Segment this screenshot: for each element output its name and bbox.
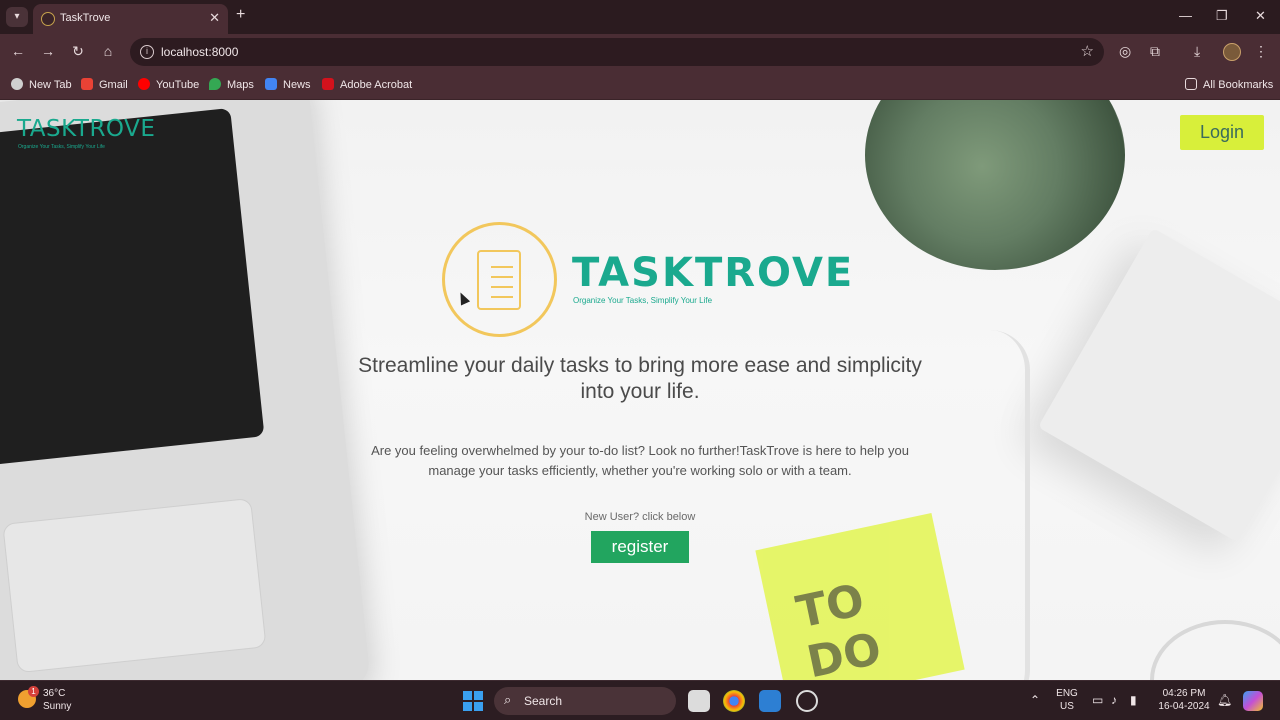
weather-condition[interactable]: Sunny (43, 701, 71, 712)
bookmark-youtube[interactable]: YouTube (138, 78, 199, 91)
intro-text: Are you feeling overwhelmed by your to-d… (371, 443, 909, 478)
volume-icon[interactable]: ♪ (1111, 693, 1117, 707)
site-logo-tagline: Organize Your Tasks, Simplify Your Life (18, 144, 105, 150)
weather-badge: 1 (28, 686, 39, 697)
earphone-cable-image (990, 330, 1030, 680)
chrome-icon[interactable] (723, 690, 745, 712)
white-box-image (1037, 227, 1280, 543)
region-indicator[interactable]: US (1056, 701, 1078, 712)
bookmark-adobe-acrobat[interactable]: Adobe Acrobat (322, 78, 412, 91)
favicon-icon (41, 12, 55, 26)
globe-icon (11, 78, 23, 90)
new-tab-icon[interactable]: + (236, 6, 245, 24)
download-icon[interactable]: ⤓ (1194, 43, 1200, 60)
folder-icon (1185, 78, 1197, 90)
menu-icon[interactable]: ⋮ (1254, 43, 1268, 60)
maximize-icon[interactable]: ❐ (1216, 8, 1228, 24)
minimize-icon[interactable]: — (1179, 8, 1192, 23)
acrobat-icon (322, 78, 334, 90)
bookmark-new-tab[interactable]: New Tab (11, 78, 72, 91)
maps-icon (209, 78, 221, 90)
browser-tab[interactable]: TaskTrove ✕ (33, 4, 228, 34)
app-icon[interactable] (796, 690, 818, 712)
plant-image (865, 100, 1125, 270)
site-info-icon[interactable]: i (140, 45, 154, 59)
vscode-icon[interactable] (759, 690, 781, 712)
youtube-icon (138, 78, 150, 90)
clock-date[interactable]: 16-04-2024 (1155, 701, 1213, 712)
bookmark-star-icon[interactable]: ☆ (1081, 42, 1094, 60)
address-bar[interactable]: i localhost:8000 ☆ (130, 38, 1104, 66)
url-text[interactable]: localhost:8000 (161, 45, 238, 59)
bookmark-maps[interactable]: Maps (209, 78, 254, 91)
task-view-icon[interactable] (688, 690, 710, 712)
sticky-note-image: TO DO (755, 513, 965, 680)
new-user-prompt: New User? click below (584, 511, 696, 523)
close-tab-icon[interactable]: ✕ (209, 10, 220, 26)
reload-icon[interactable]: ↻ (69, 43, 87, 60)
gmail-icon (81, 78, 93, 90)
bookmark-gmail[interactable]: Gmail (81, 78, 128, 91)
login-button[interactable]: Login (1180, 115, 1264, 150)
notification-bell-icon[interactable]: 🔔︎ (1217, 693, 1232, 707)
hero-tagline: Organize Your Tasks, Simplify Your Life (573, 296, 713, 305)
browser-toolbar: ← → ↻ ⌂ i localhost:8000 ☆ ◎ ⧉ ⤓ ⋮ (0, 34, 1280, 70)
news-icon (265, 78, 277, 90)
profile-avatar[interactable] (1223, 43, 1241, 61)
weather-temperature[interactable]: 36°C (43, 688, 65, 699)
page-viewport: TO DO TASKTROVE Organize Your Tasks, Sim… (0, 100, 1280, 680)
taskbar-search-label: Search (524, 694, 563, 708)
keyboard-image (0, 107, 265, 470)
tab-title: TaskTrove (60, 12, 111, 24)
battery-icon[interactable]: ▮ (1130, 693, 1137, 707)
back-icon[interactable]: ← (9, 43, 27, 59)
search-icon: ⌕ (504, 692, 512, 707)
close-window-icon[interactable]: ✕ (1255, 8, 1266, 24)
copilot-icon[interactable] (1243, 691, 1263, 711)
headline: Streamline your daily tasks to bring mor… (358, 354, 922, 403)
network-icon[interactable]: ▭ (1092, 693, 1103, 707)
bookmark-news[interactable]: News (265, 78, 311, 91)
browser-tab-bar: ▾ TaskTrove ✕ + — ❐ ✕ (0, 0, 1280, 34)
extensions-icon[interactable]: ⧉ (1150, 43, 1160, 60)
clock-time[interactable]: 04:26 PM (1155, 688, 1213, 699)
language-indicator[interactable]: ENG (1056, 688, 1078, 699)
trackpad-image (2, 497, 267, 674)
laptop-background-image (0, 100, 372, 680)
lens-icon[interactable]: ◎ (1119, 43, 1131, 60)
bookmarks-bar: New Tab Gmail YouTube Maps News Adobe Ac… (0, 70, 1280, 100)
site-logo[interactable]: TASKTROVE (17, 116, 155, 142)
sticky-note-text: TO DO (792, 574, 886, 680)
home-icon[interactable]: ⌂ (99, 43, 117, 59)
taskbar-search[interactable]: ⌕ Search (494, 687, 676, 715)
clipboard-icon (477, 250, 521, 310)
tray-overflow-icon[interactable]: ⌃ (1030, 693, 1040, 707)
hero-title: TASKTROVE (572, 250, 855, 296)
windows-start-icon[interactable] (463, 691, 483, 711)
forward-icon[interactable]: → (39, 43, 57, 59)
all-bookmarks[interactable]: All Bookmarks (1185, 78, 1273, 91)
tab-search-button[interactable]: ▾ (6, 7, 28, 27)
register-button[interactable]: register (591, 531, 689, 563)
windows-taskbar: 1 36°C Sunny ⌕ Search ⌃ ENG US ▭ ♪ ▮ 04:… (0, 680, 1280, 720)
headphones-image (1150, 620, 1280, 680)
